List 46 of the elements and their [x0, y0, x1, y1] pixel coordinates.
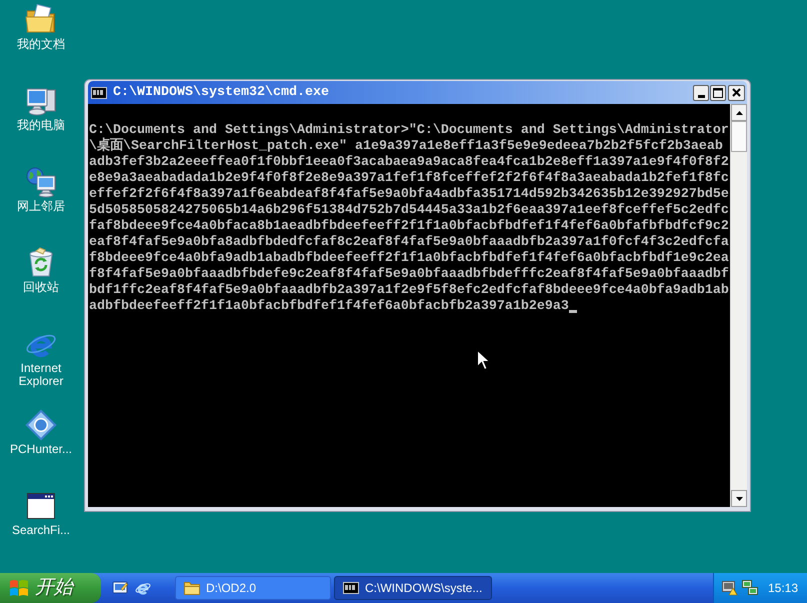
console-line: effef2f2f6f4f8a397a1f6eabdeaf8f4faf5e9a0bfa4adbfa351714d592b342635b12e392927bd5e — [89, 187, 729, 203]
console-line: eaf8f4faf5e9a0bfa8adbfbdedfcfaf8c2eaf8f4faf5e9a0bfaaadbfb2a397a1f0fcf4f3c2edfcfa — [89, 235, 729, 251]
console-line: f8bdeee9fce4a0bfa9adb1abadbfbdeefeeff2f1f1a0bfacbfbdfef1f4fef6a0bfacbfbdf1e9c2ea — [89, 251, 729, 267]
console-line: adbfbdeefeeff2f1f1a0bfacbfbdfef1f4fef6a0bfacbfb2a397a1b2e9a3 — [89, 299, 569, 315]
screen-pencil-icon[interactable] — [112, 580, 128, 596]
window-icon[interactable] — [25, 490, 57, 522]
taskbar-button[interactable]: D:\OD2.0 — [175, 576, 331, 600]
folder-icon — [184, 581, 200, 595]
globe-computer-icon[interactable] — [25, 166, 57, 198]
taskbar-button[interactable]: C:\WINDOWS\syste... — [334, 576, 492, 600]
down-arrow-icon — [736, 496, 742, 500]
monitor-warning-icon[interactable] — [722, 580, 738, 596]
desktop-icon-label[interactable]: 网上邻居 — [15, 200, 67, 213]
scroll-up-button[interactable] — [731, 104, 747, 121]
console-line: 5d5058505824275065b14a6b296f51384d752b7d54445a33a1b2f6eaa397a1eef8fceffef5c2edfc — [89, 203, 729, 219]
scroll-down-button[interactable] — [731, 490, 747, 507]
console-icon[interactable] — [91, 86, 107, 98]
console-line: e8e9a3aeabadada1b2e9f4f0f8f2e8e9a397a1fef1f8fceffef2f2f6f4f8a3aeabada1b2fef1f8fc — [89, 171, 729, 187]
console-line: adb3fef3b2a2eeeffea0f1f0bbf1eea0f3acabaea9a9aca8fea4fca1b2e8eff1a397a1e9f4f0f8f2 — [89, 155, 729, 171]
desktop-icon-label[interactable]: SearchFi... — [10, 524, 72, 537]
desktop-icon-label[interactable]: 回收站 — [21, 281, 61, 294]
minimize-icon — [698, 94, 704, 98]
console-icon — [343, 582, 359, 594]
console-line: \桌面\SearchFilterHost_patch.exe" a1e9a397a1e8eff1a3f5e9e9edeea7b2b2f5fcf2b3aeab — [89, 139, 723, 155]
mouse-pointer-icon — [477, 350, 489, 370]
desktop-icon-label[interactable]: 我的文档 — [15, 38, 67, 51]
maximize-icon — [713, 88, 723, 98]
window-title: C:\WINDOWS\system32\cmd.exe — [113, 84, 329, 102]
desktop-icon-label[interactable]: Internet Explorer — [0, 362, 82, 388]
console-line: faf8bdeee9fce4a0bfaca8b1aeadbfbdeefeeff2f1f1a0bfacbfbdfef1f4fef6a0bfafbfbdfcf9c2 — [89, 219, 729, 235]
up-arrow-icon — [736, 110, 742, 114]
clock[interactable]: 15:13 — [768, 579, 798, 597]
console-line: bdf1ffc2eaf8f4faf5e9a0bfaaadbfb2a397a1f2e9f5f8efc2edfcfaf8bdeee9fce4a0bfa9adb1ab — [89, 283, 729, 299]
console-line: C:\Documents and Settings\Administrator>"C:\Documents and Settings\Administrator — [89, 123, 729, 138]
close-button[interactable] — [728, 84, 745, 100]
desktop-icon-label[interactable]: 我的电脑 — [15, 119, 67, 132]
scrollbar-thumb[interactable] — [731, 121, 747, 152]
network-computers-icon[interactable] — [742, 580, 758, 596]
console-line: f8f4faf5e9a0bfaaadbfbdefe9c2eaf8f4faf5e9a0bfaaadbfbdefffc2eaf8f4faf5e9a0bfaaadbf — [89, 267, 729, 283]
desktop-icon-label[interactable]: PCHunter... — [8, 443, 74, 456]
maximize-button[interactable] — [710, 84, 726, 100]
close-icon — [732, 88, 741, 97]
start-button[interactable]: 开始 — [0, 573, 101, 603]
windows-flag-icon — [9, 579, 29, 597]
text-cursor-icon — [568, 310, 577, 313]
minimize-button[interactable] — [693, 84, 709, 100]
